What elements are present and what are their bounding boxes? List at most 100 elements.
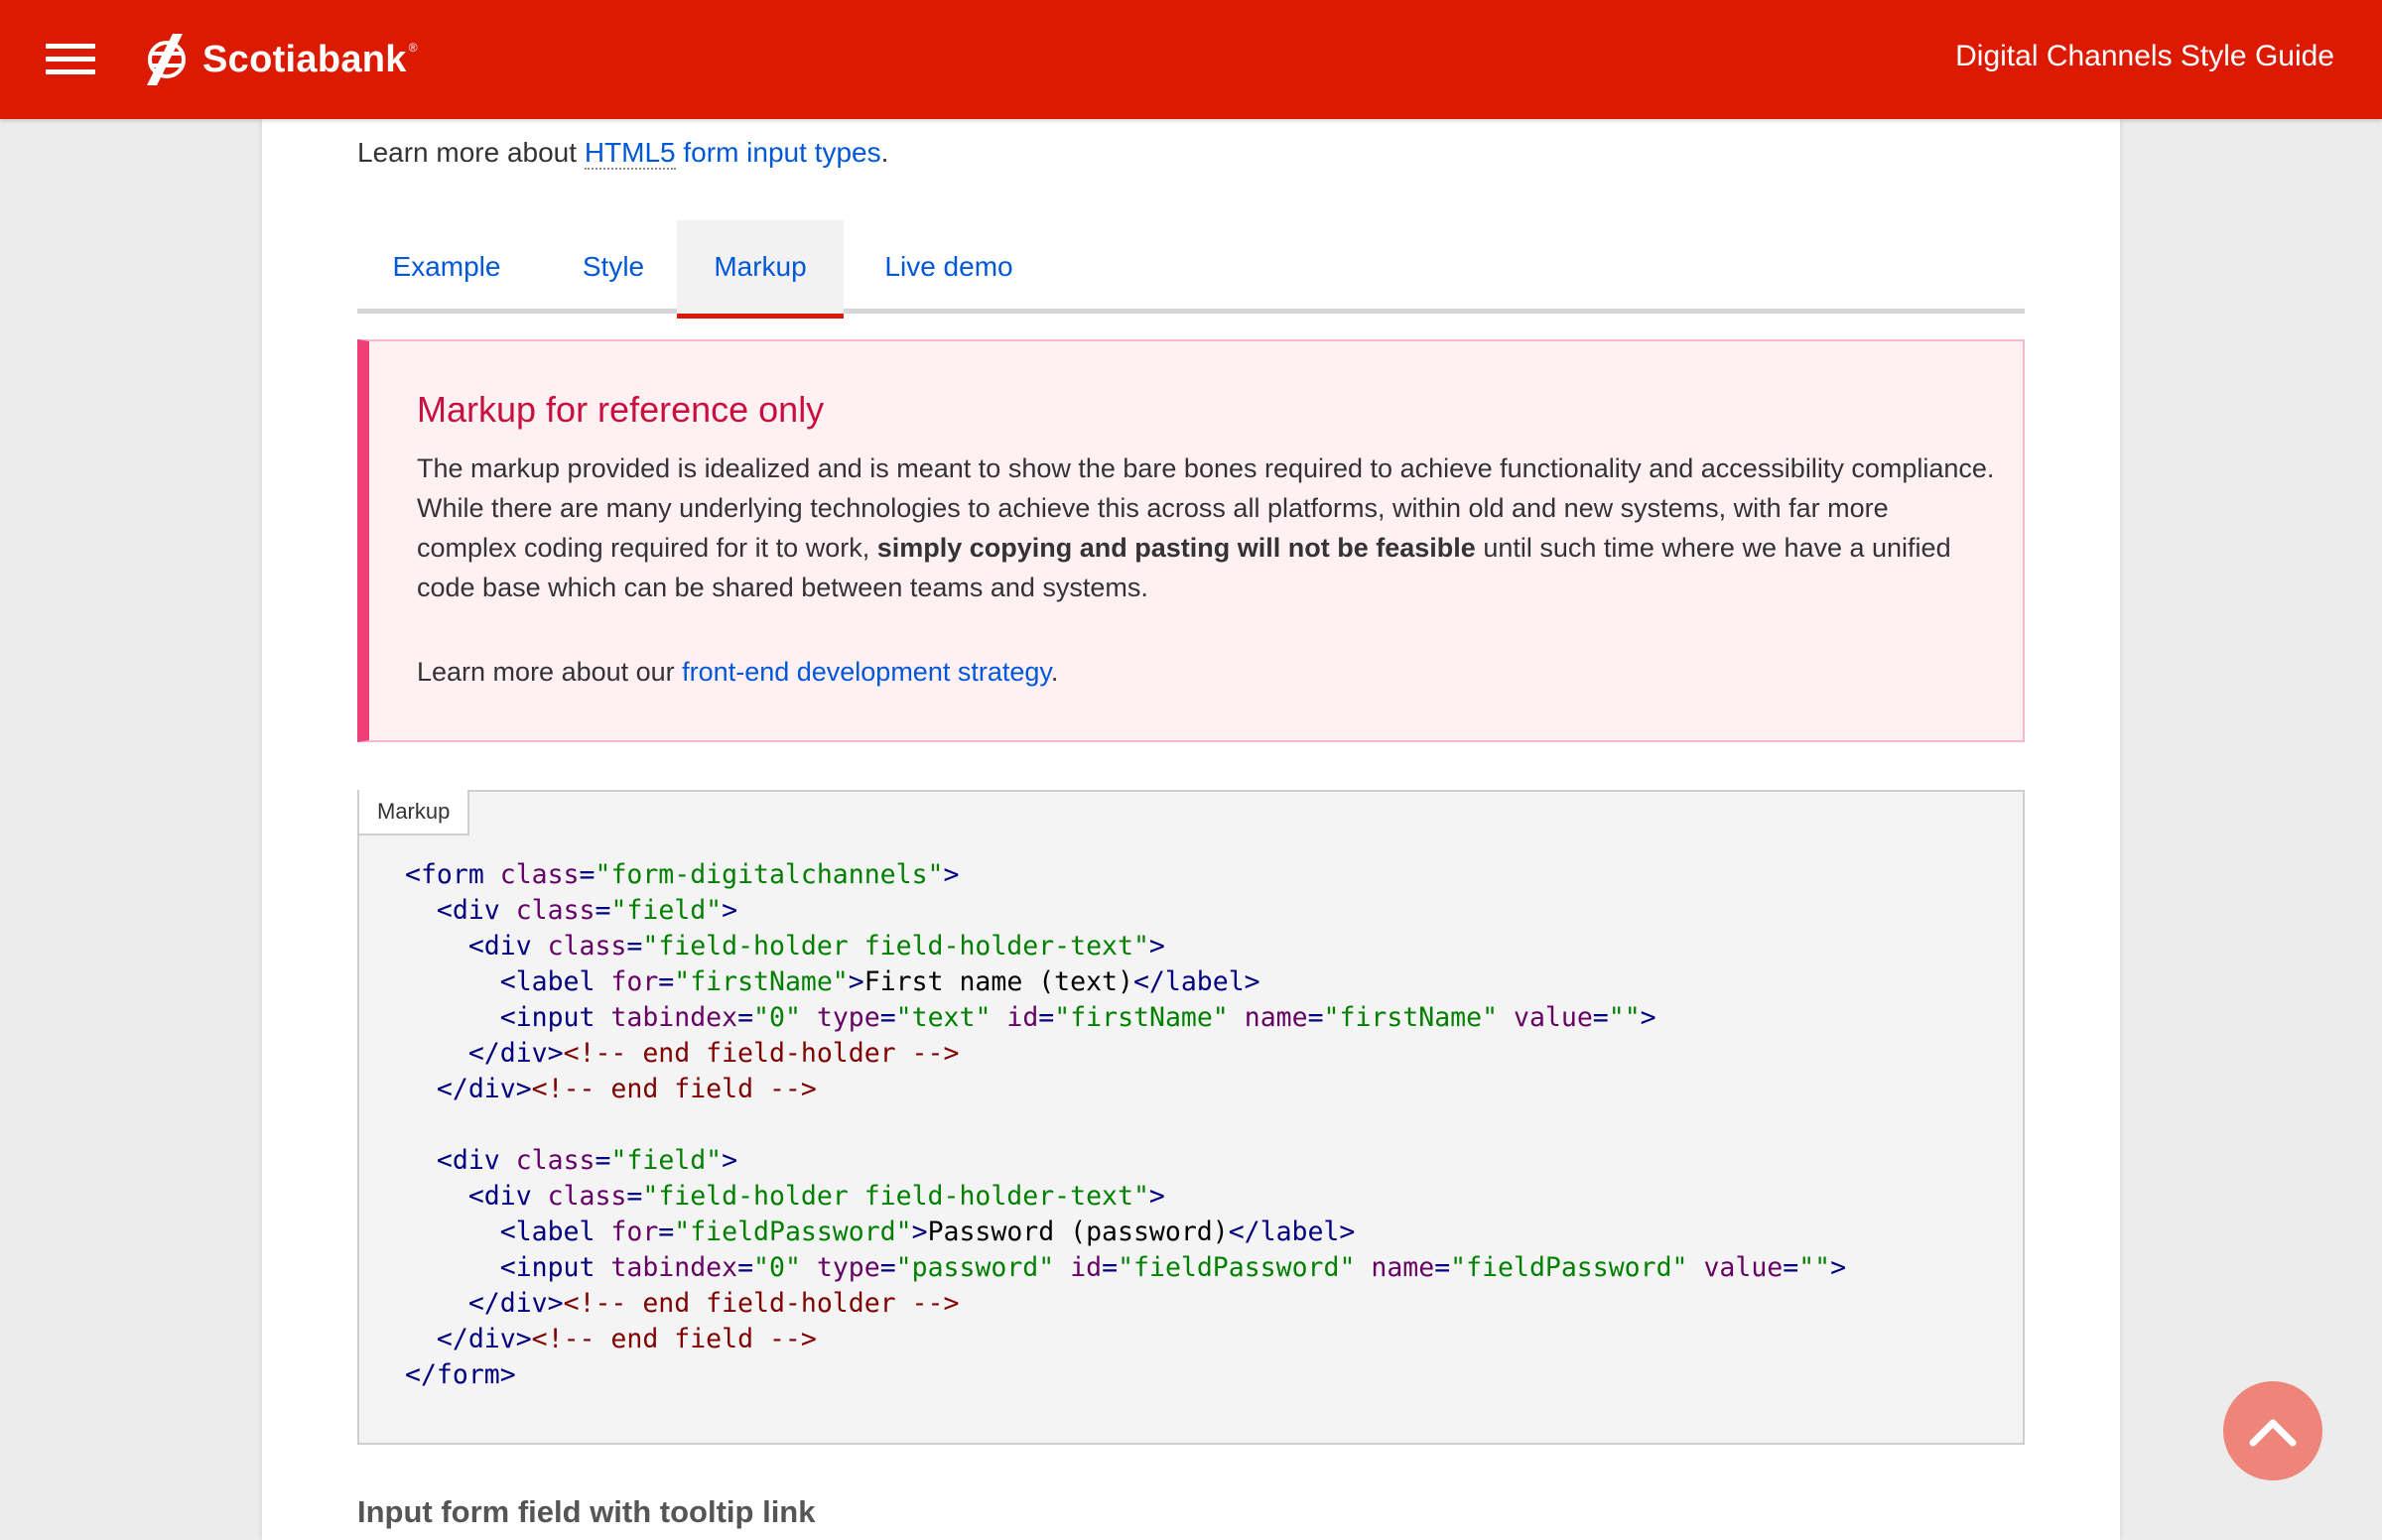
code-tag: <input <box>499 1252 611 1283</box>
code-tag: > <box>1640 1002 1656 1033</box>
code-value: "" <box>1608 1002 1641 1033</box>
code-tag: </div> <box>436 1324 532 1354</box>
tab-example[interactable]: Example <box>357 220 536 314</box>
tab-markup[interactable]: Markup <box>677 220 844 319</box>
code-line: </form> <box>405 1359 516 1390</box>
code-line: <form class="form-digitalchannels"> <box>405 859 959 890</box>
code-line: <div class="field-holder field-holder-te… <box>405 931 1165 962</box>
code-value: "password" <box>895 1252 1055 1283</box>
code-tag: </label> <box>1228 1217 1356 1247</box>
code-value: "" <box>1798 1252 1831 1283</box>
code-line: </div><!-- end field --> <box>405 1074 817 1104</box>
code-tag: <div <box>436 895 516 926</box>
code-line: </div><!-- end field-holder --> <box>405 1288 960 1319</box>
html5-form-input-types-link[interactable]: HTML5 form input types <box>584 137 881 170</box>
code-attr: class <box>515 895 596 926</box>
code-value: "field" <box>610 895 723 926</box>
code-tag: = <box>658 1217 675 1247</box>
registered-mark: ® <box>408 41 418 55</box>
tab-live-demo[interactable]: Live demo <box>856 220 1042 314</box>
html5-input-types-note: Learn more about HTML5 form input types. <box>357 137 889 170</box>
code-comment: <!-- end field --> <box>531 1324 817 1354</box>
code-line: <input tabindex="0" type="text" id="firs… <box>405 1002 1656 1033</box>
code-text: Password (password) <box>927 1217 1229 1247</box>
code-tag: </div> <box>467 1038 564 1069</box>
site-title[interactable]: Digital Channels Style Guide <box>1955 40 2334 73</box>
markup-reference-callout: Markup for reference only The markup pro… <box>357 339 2025 742</box>
code-attr: class <box>547 1181 627 1212</box>
code-tag: > <box>1830 1252 1847 1283</box>
chevron-up-icon <box>2249 1419 2297 1447</box>
front-end-strategy-link[interactable]: front-end development strategy <box>682 657 1051 687</box>
code-attr: tabindex <box>610 1002 738 1033</box>
scotiabank-logo[interactable]: Scotiabank ® <box>143 32 418 87</box>
code-attr: id <box>1006 1002 1039 1033</box>
code-value: "0" <box>753 1002 801 1033</box>
code-attr: class <box>499 859 580 890</box>
code-attr: tabindex <box>610 1252 738 1283</box>
code-comment: <!-- end field --> <box>531 1074 817 1104</box>
intro-prefix: Learn more about <box>357 137 585 168</box>
markup-code-panel: Markup <form class="form-digitalchannels… <box>357 790 2025 1445</box>
code-value: "firstName" <box>1054 1002 1229 1033</box>
code-value: "firstName" <box>1323 1002 1499 1033</box>
code-value: "fieldPassword" <box>1450 1252 1688 1283</box>
code-attr: for <box>610 966 659 997</box>
code-text: First name (text) <box>863 966 1133 997</box>
code-attr: name <box>1244 1002 1308 1033</box>
code-tag: = <box>1307 1002 1324 1033</box>
callout-body-emphasis: simply copying and pasting will not be f… <box>876 533 1476 563</box>
code-block: <form class="form-digitalchannels"> <div… <box>405 857 1846 1393</box>
code-tag: = <box>1592 1002 1609 1033</box>
code-tag: = <box>626 931 643 962</box>
callout-body: The markup provided is idealized and is … <box>417 449 1995 607</box>
code-comment: <!-- end field-holder --> <box>563 1038 960 1069</box>
code-tag: <div <box>467 931 548 962</box>
code-line: </div><!-- end field --> <box>405 1324 817 1354</box>
code-line: </div><!-- end field-holder --> <box>405 1038 960 1069</box>
code-tag: = <box>595 895 611 926</box>
code-line: <label for="fieldPassword">Password (pas… <box>405 1217 1356 1247</box>
back-to-top-button[interactable] <box>2223 1381 2322 1480</box>
tab-style[interactable]: Style <box>544 220 683 314</box>
code-tag: > <box>911 1217 928 1247</box>
code-value: "form-digitalchannels" <box>595 859 944 890</box>
hamburger-menu-icon[interactable] <box>46 44 95 75</box>
strategy-note: Learn more about our front-end developme… <box>417 657 1058 688</box>
callout-title: Markup for reference only <box>417 389 825 430</box>
code-value: "firstName" <box>674 966 849 997</box>
code-line: <div class="field"> <box>405 895 737 926</box>
code-panel-tab[interactable]: Markup <box>357 790 470 835</box>
code-line: <label for="firstName">First name (text)… <box>405 966 1260 997</box>
code-tag: = <box>1434 1252 1451 1283</box>
code-attr: class <box>515 1145 596 1176</box>
code-tag: <label <box>499 1217 611 1247</box>
code-line: <div class="field"> <box>405 1145 737 1176</box>
code-value: "text" <box>895 1002 992 1033</box>
intro-suffix: . <box>880 137 889 168</box>
code-attr: for <box>610 1217 659 1247</box>
code-tag: > <box>1148 1181 1165 1212</box>
code-tag: = <box>879 1002 896 1033</box>
code-attr: value <box>1703 1252 1784 1283</box>
code-tag: = <box>737 1252 754 1283</box>
code-tag: </div> <box>436 1074 532 1104</box>
code-line: <input tabindex="0" type="password" id="… <box>405 1252 1846 1283</box>
code-attr: name <box>1371 1252 1435 1283</box>
code-tag: = <box>1038 1002 1055 1033</box>
